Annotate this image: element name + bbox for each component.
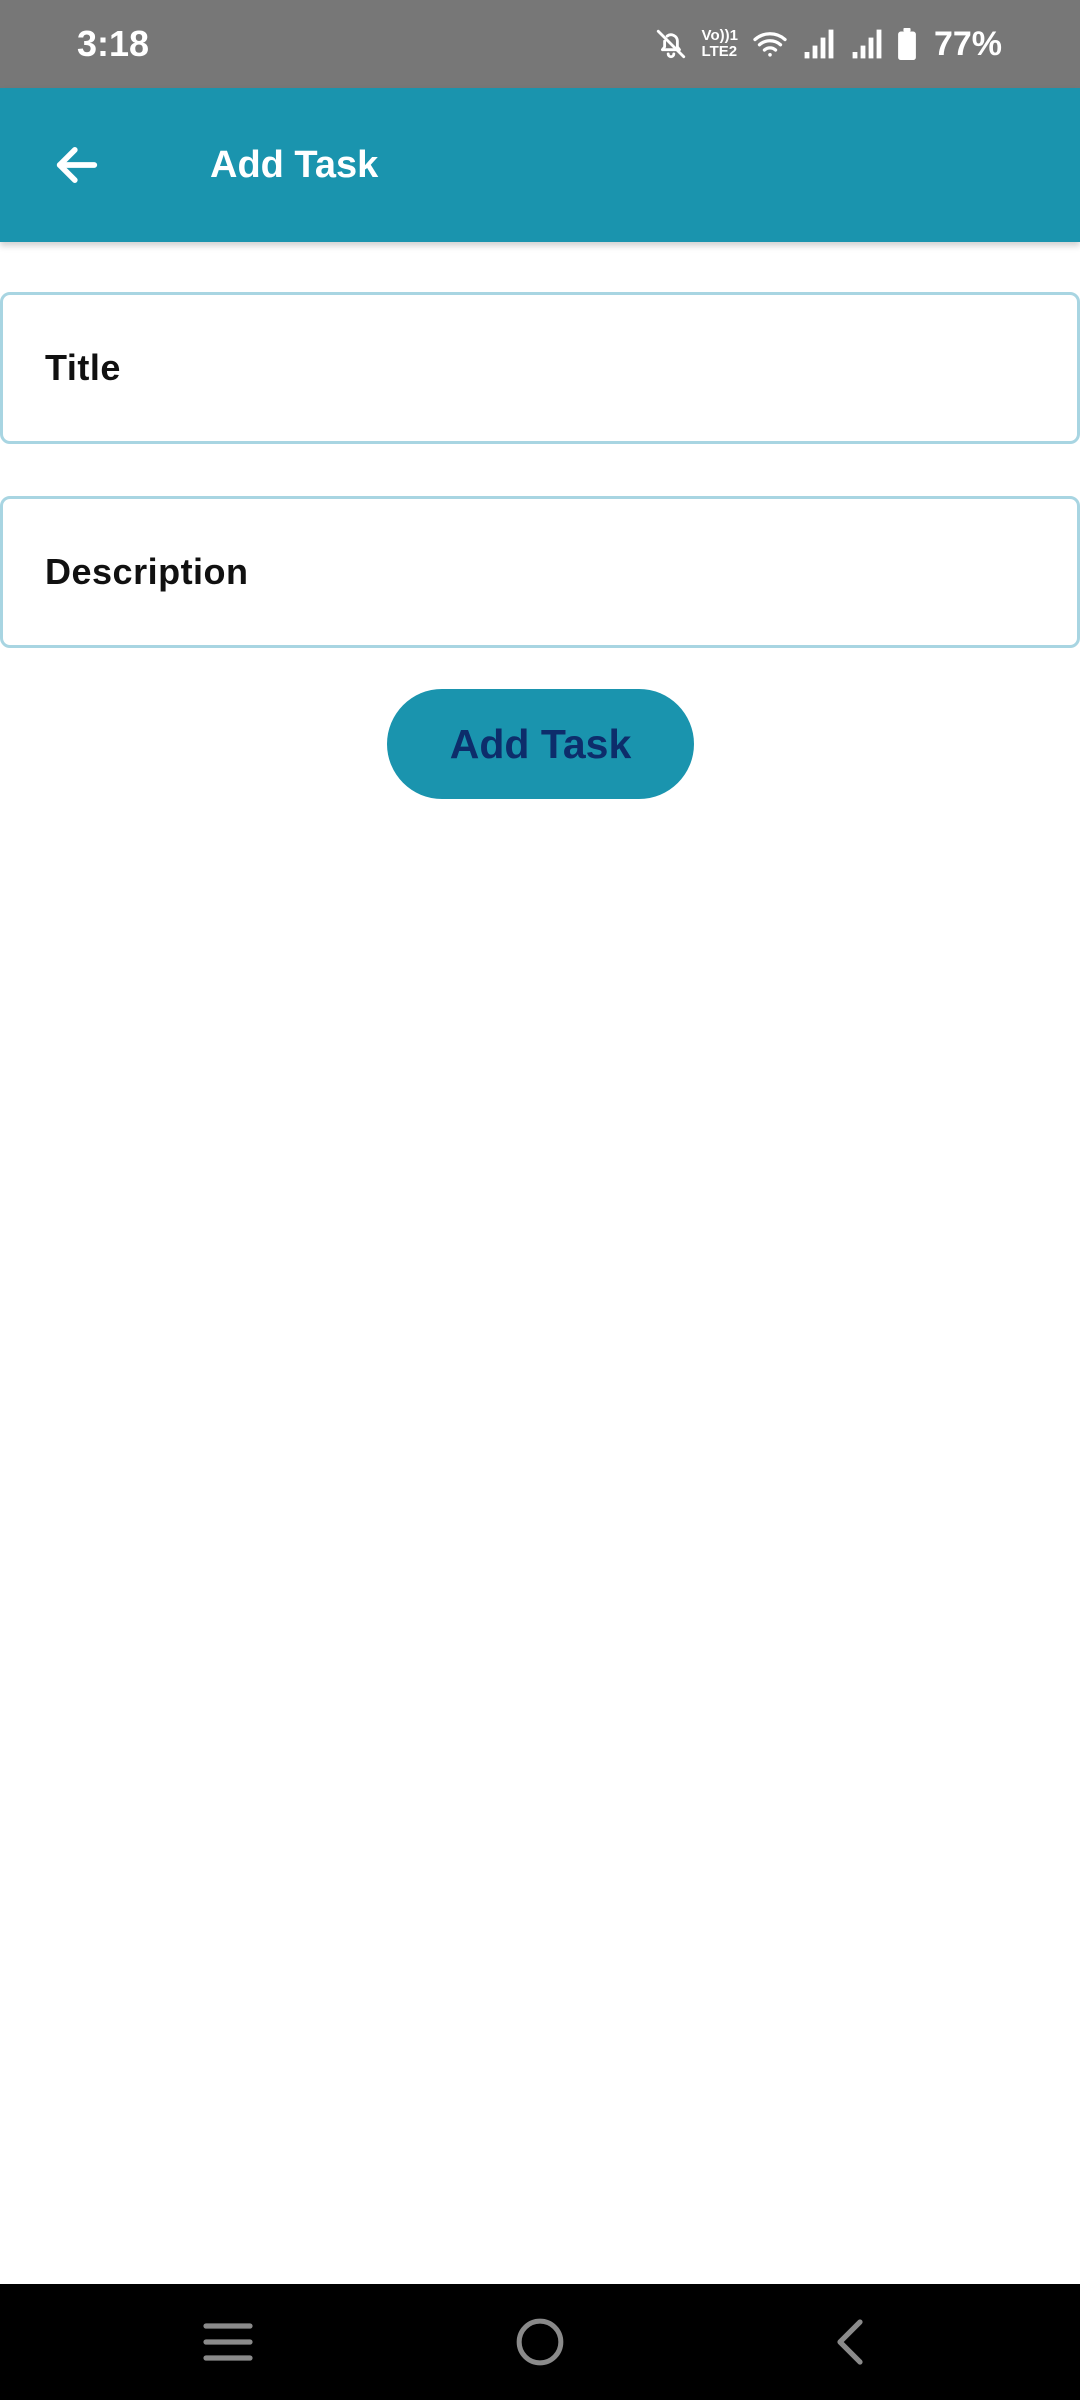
signal-icon bbox=[850, 28, 884, 60]
navigation-bar bbox=[0, 2284, 1080, 2400]
add-task-button[interactable]: Add Task bbox=[387, 689, 694, 799]
description-field[interactable] bbox=[0, 496, 1080, 648]
status-bar: 3:18 Vo))1 LTE2 77% bbox=[0, 0, 1080, 88]
wifi-icon bbox=[752, 29, 788, 59]
volte-icon: Vo))1 LTE2 bbox=[702, 28, 738, 60]
status-icons: Vo))1 LTE2 77% bbox=[654, 18, 1002, 70]
recents-icon bbox=[203, 2323, 253, 2361]
lte-label: LTE2 bbox=[701, 43, 738, 60]
recents-button[interactable] bbox=[158, 2284, 298, 2400]
signal-icon bbox=[802, 28, 836, 60]
home-icon bbox=[516, 2318, 564, 2366]
system-back-button[interactable] bbox=[780, 2284, 920, 2400]
title-field[interactable] bbox=[0, 292, 1080, 444]
page-title: Add Task bbox=[210, 144, 379, 186]
battery-icon bbox=[898, 28, 916, 60]
volte-label: Vo))1 bbox=[701, 27, 738, 44]
screen: 3:18 Vo))1 LTE2 77% Add Task Title Descr… bbox=[0, 0, 1080, 2400]
arrow-left-icon bbox=[56, 147, 98, 183]
battery-percent: 77% bbox=[933, 25, 1002, 63]
back-icon bbox=[837, 2319, 863, 2365]
bell-off-icon bbox=[654, 27, 688, 61]
status-time: 3:18 bbox=[77, 23, 150, 64]
app-bar: Add Task bbox=[0, 88, 1080, 242]
back-button[interactable] bbox=[36, 124, 118, 206]
home-button[interactable] bbox=[470, 2284, 610, 2400]
